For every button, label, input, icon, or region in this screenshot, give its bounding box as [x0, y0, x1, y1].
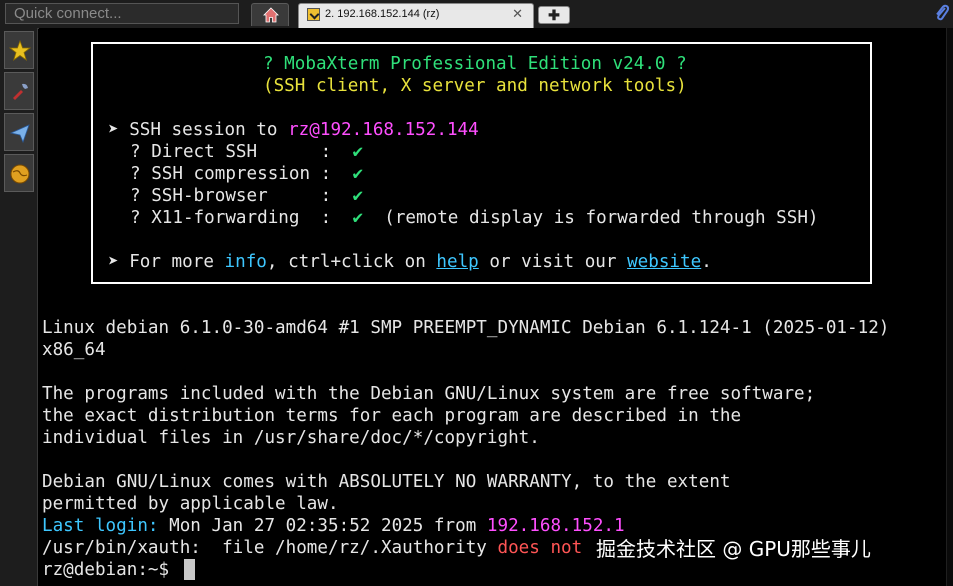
- terminal[interactable]: ? MobaXterm Professional Edition v24.0 ?…: [39, 28, 953, 586]
- help-link[interactable]: help: [436, 252, 478, 272]
- terminal-session-icon: [307, 8, 320, 21]
- xauth-line: /usr/bin/xauth: file /home/rz/.Xauthorit…: [42, 538, 583, 558]
- tab-session[interactable]: 2. 192.168.152.144 (rz) ✕: [298, 3, 534, 28]
- more-info-line: ➤ For more info, ctrl+click on help or v…: [108, 252, 712, 272]
- feature-row: ? Direct SSH : ✔: [130, 142, 364, 162]
- motd-line: the exact distribution terms for each pr…: [42, 406, 742, 426]
- bullet-icon: ➤: [108, 252, 119, 272]
- check-icon: ✔: [352, 164, 364, 184]
- close-tab-icon[interactable]: ✕: [512, 6, 523, 21]
- quick-connect-input[interactable]: Quick connect...: [5, 3, 239, 24]
- xauth-error: does not: [497, 538, 583, 558]
- shell-prompt: rz@debian:~$: [42, 560, 180, 580]
- motd-line: permitted by applicable law.: [42, 494, 339, 514]
- check-icon: ✔: [352, 186, 364, 206]
- tab-bar: Quick connect... 2. 192.168.152.144 (rz)…: [0, 0, 953, 29]
- uname-line: x86_64: [42, 340, 106, 360]
- uname-line: Linux debian 6.1.0-30-amd64 #1 SMP PREEM…: [42, 318, 890, 338]
- home-tab[interactable]: [251, 3, 289, 26]
- star-icon: [9, 40, 31, 62]
- favorites-button[interactable]: [4, 31, 34, 69]
- ssh-session-line: ➤ SSH session to rz@192.168.152.144: [108, 120, 479, 140]
- banner-subtitle: (SSH client, X server and network tools): [263, 76, 687, 96]
- globe-icon: [10, 164, 30, 184]
- send-button[interactable]: [4, 113, 34, 151]
- tools-button[interactable]: [4, 72, 34, 110]
- check-icon: ✔: [352, 142, 364, 162]
- text-cursor: [184, 559, 195, 580]
- info-link[interactable]: info: [225, 252, 267, 272]
- watermark: 掘金技术社区 @ GPU那些事儿: [596, 537, 871, 561]
- last-login-line: Last login: Mon Jan 27 02:35:52 2025 fro…: [42, 516, 625, 536]
- last-login-ip: 192.168.152.1: [486, 516, 625, 536]
- sidebar: [0, 28, 38, 586]
- motd-line: Debian GNU/Linux comes with ABSOLUTELY N…: [42, 472, 731, 492]
- paperclip-icon[interactable]: [934, 4, 950, 22]
- feature-row: ? SSH-browser : ✔: [130, 186, 364, 206]
- tools-icon: [13, 83, 28, 100]
- banner-title: ? MobaXterm Professional Edition v24.0 ?: [263, 54, 687, 74]
- feature-row: ? SSH compression : ✔: [130, 164, 364, 184]
- check-icon: ✔: [352, 208, 364, 228]
- new-tab-button[interactable]: ✚: [538, 6, 570, 24]
- ssh-target: rz@192.168.152.144: [288, 120, 479, 140]
- globe-button[interactable]: [4, 154, 34, 192]
- scrollbar[interactable]: [946, 28, 953, 586]
- motd-line: individual files in /usr/share/doc/*/cop…: [42, 428, 540, 448]
- motd-line: The programs included with the Debian GN…: [42, 384, 816, 404]
- session-tab-label: 2. 192.168.152.144 (rz): [325, 8, 440, 20]
- feature-row: ? X11-forwarding : ✔ (remote display is …: [130, 208, 819, 228]
- send-icon: [9, 124, 30, 144]
- home-icon: [263, 7, 279, 23]
- bullet-icon: ➤: [108, 120, 119, 140]
- website-link[interactable]: website: [627, 252, 701, 272]
